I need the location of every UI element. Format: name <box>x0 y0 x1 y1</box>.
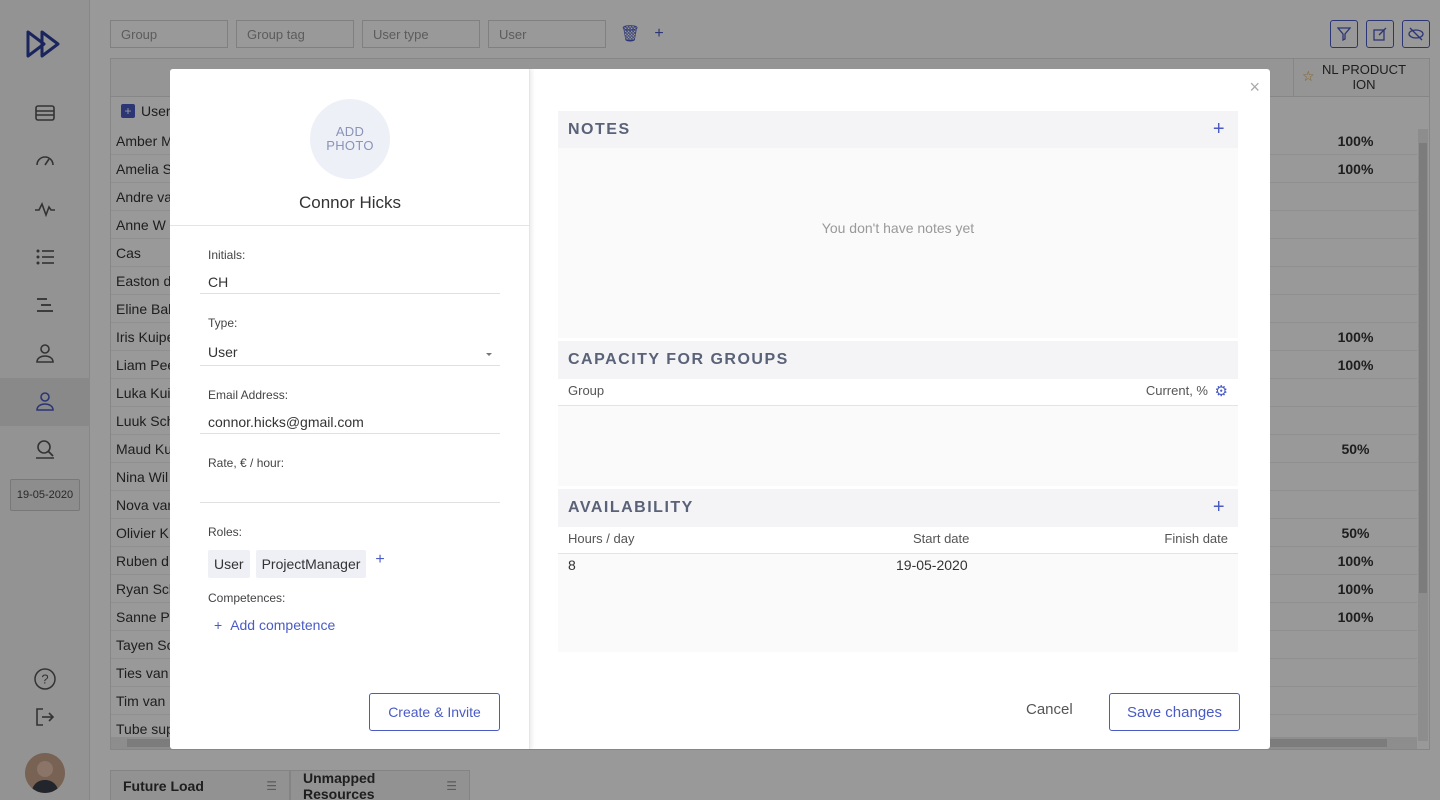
plus-icon: + <box>214 617 223 633</box>
rate-label: Rate, € / hour: <box>208 456 285 470</box>
capacity-body <box>558 406 1238 486</box>
avail-hours: 8 <box>568 557 576 573</box>
email-field[interactable]: connor.hicks@gmail.com <box>208 414 364 430</box>
initials-label: Initials: <box>208 248 246 262</box>
user-details-panel: × NOTES + You don't have notes yet CAPAC… <box>530 69 1270 749</box>
add-availability-icon[interactable]: + <box>1213 496 1226 519</box>
user-modal: ADD PHOTO Connor Hicks Initials: CH Type… <box>170 69 1270 749</box>
availability-title: AVAILABILITY <box>568 499 694 516</box>
capacity-col-current: Current, % <box>1145 383 1208 398</box>
role-chip[interactable]: User <box>208 550 250 578</box>
create-invite-button[interactable]: Create & Invite <box>369 693 500 731</box>
role-chip[interactable]: ProjectManager <box>255 550 367 578</box>
save-changes-button[interactable]: Save changes <box>1109 693 1240 731</box>
type-select[interactable]: User <box>208 344 238 360</box>
capacity-title: CAPACITY FOR GROUPS <box>568 351 789 368</box>
notes-body: You don't have notes yet <box>558 148 1238 338</box>
capacity-columns: Group Current, % ⚙ <box>558 378 1238 406</box>
user-name: Connor Hicks <box>298 193 402 212</box>
divider <box>170 225 530 226</box>
roles-label: Roles: <box>208 525 243 539</box>
capacity-header: CAPACITY FOR GROUPS <box>558 341 1238 379</box>
user-profile-panel: ADD PHOTO Connor Hicks Initials: CH Type… <box>170 69 530 749</box>
notes-header: NOTES + <box>558 111 1238 149</box>
avail-start: 19-05-2020 <box>896 557 968 573</box>
cancel-button[interactable]: Cancel <box>1026 701 1073 718</box>
notes-title: NOTES <box>568 121 631 138</box>
email-label: Email Address: <box>208 388 289 402</box>
add-note-icon[interactable]: + <box>1213 118 1226 141</box>
add-competence-label: Add competence <box>230 617 336 633</box>
close-icon[interactable]: × <box>1249 77 1260 98</box>
competences-label: Competences: <box>208 591 286 605</box>
chevron-down-icon[interactable] <box>486 353 492 356</box>
add-role-icon[interactable]: + <box>375 551 384 569</box>
avail-col-hours: Hours / day <box>568 531 635 546</box>
availability-header: AVAILABILITY + <box>558 489 1238 527</box>
avail-col-finish: Finish date <box>1164 531 1228 546</box>
add-competence-link[interactable]: + Add competence <box>214 617 335 633</box>
availability-columns: Hours / day Start date Finish date <box>558 526 1238 554</box>
initials-field[interactable]: CH <box>208 274 228 290</box>
notes-empty-text: You don't have notes yet <box>821 220 975 236</box>
roles-list: User ProjectManager + <box>208 550 385 578</box>
capacity-col-group: Group <box>568 383 605 398</box>
avail-col-start: Start date <box>913 531 970 546</box>
add-photo-button[interactable]: ADD PHOTO <box>310 99 390 179</box>
gear-icon[interactable]: ⚙ <box>1215 382 1228 400</box>
type-label: Type: <box>208 316 238 330</box>
